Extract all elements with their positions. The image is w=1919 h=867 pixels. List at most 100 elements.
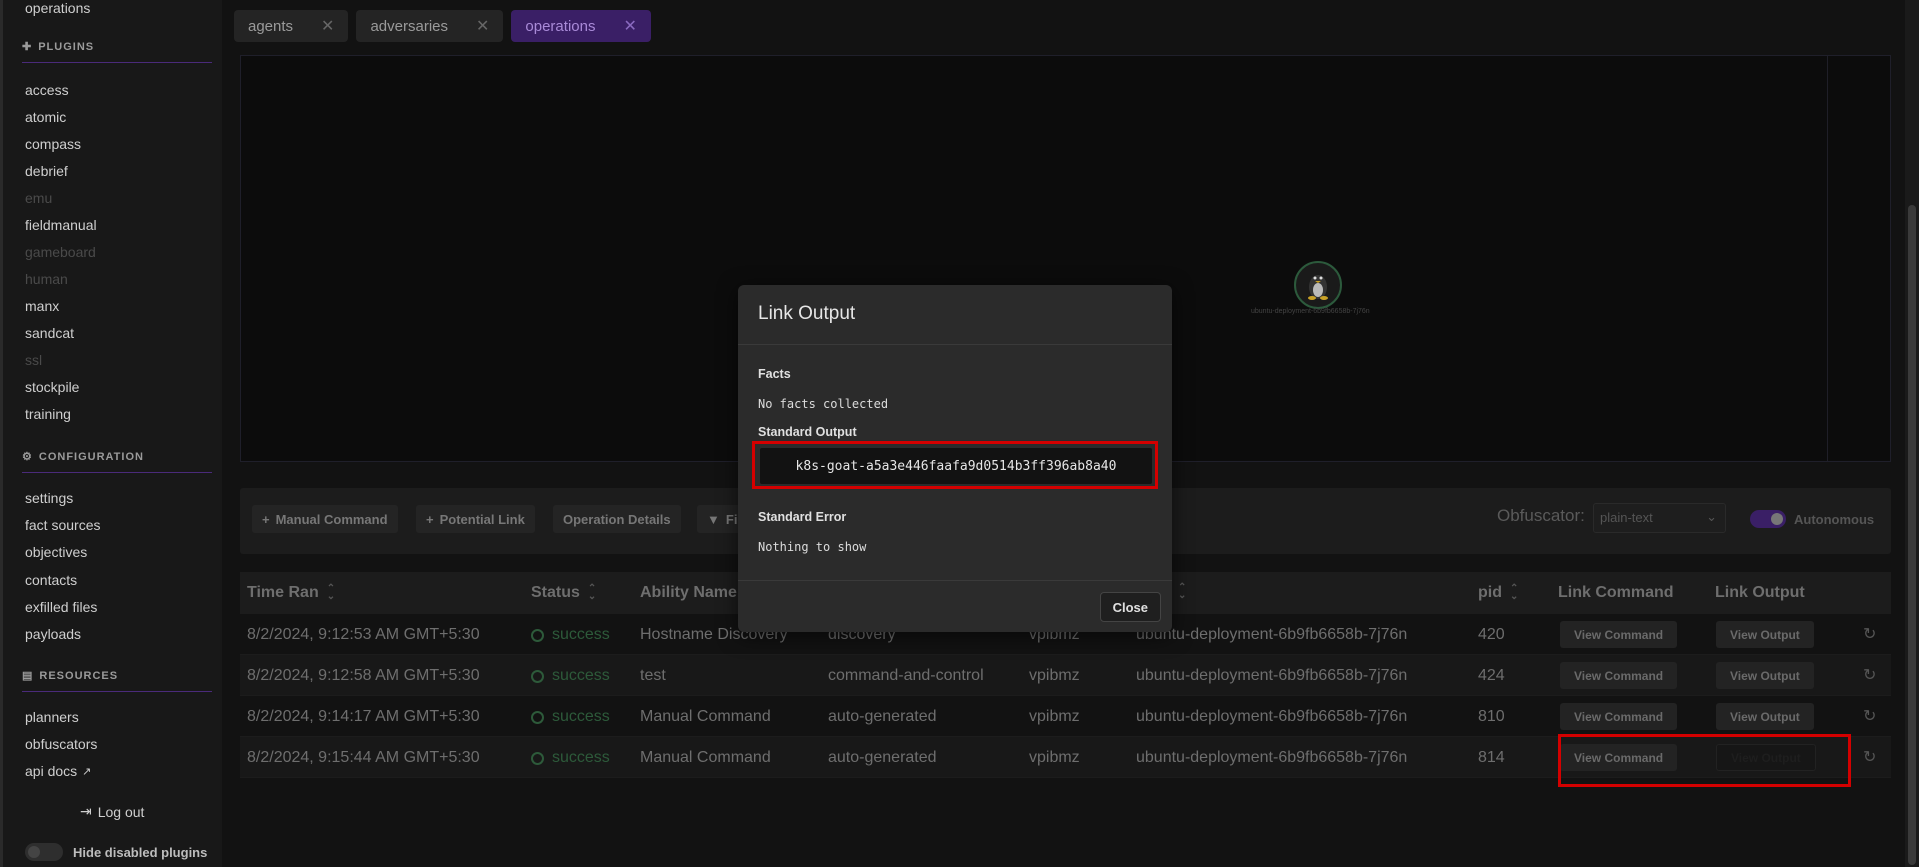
status-label: success <box>552 626 610 643</box>
cell-agent: vpibmz <box>1029 667 1080 684</box>
view-output-button[interactable]: View Output <box>1716 621 1814 648</box>
header-ability-name[interactable]: Ability Name <box>640 584 737 602</box>
header-pid[interactable]: pid ⌃ ⌄ <box>1478 584 1518 602</box>
manual-command-button[interactable]: + Manual Command <box>252 505 398 533</box>
close-icon[interactable]: ✕ <box>476 16 489 36</box>
sort-icon: ⌃ ⌄ <box>587 583 597 602</box>
resources-header-label: RESOURCES <box>39 669 119 682</box>
cell-pid: 814 <box>1478 749 1505 766</box>
hide-disabled-toggle[interactable] <box>25 843 63 861</box>
refresh-icon[interactable]: ↻ <box>1863 747 1876 767</box>
section-divider <box>22 472 212 473</box>
cell-pid: 420 <box>1478 626 1505 643</box>
sidebar-item-stockpile[interactable]: stockpile <box>25 379 79 395</box>
view-command-button[interactable]: View Command <box>1560 703 1678 730</box>
tab-agents[interactable]: agents ✕ <box>234 10 349 42</box>
sidebar-item-debrief[interactable]: debrief <box>25 163 68 179</box>
linux-icon <box>1308 275 1328 300</box>
sidebar-item-planners[interactable]: planners <box>25 709 79 725</box>
sidebar-item-obfuscators[interactable]: obfuscators <box>25 736 97 752</box>
header-label: Link Output <box>1715 584 1805 601</box>
api-docs-label: api docs <box>25 763 78 779</box>
stdout-label: Standard Output <box>758 425 857 439</box>
tab-operations[interactable]: operations ✕ <box>511 10 651 42</box>
facts-label: Facts <box>758 367 791 381</box>
modal-body: Facts No facts collected Standard Output… <box>738 345 1172 580</box>
stderr-value: Nothing to show <box>758 540 867 554</box>
sidebar-item-fact-sources[interactable]: fact sources <box>25 517 100 533</box>
logout-button[interactable]: ⇥ Log out <box>80 803 144 820</box>
view-output-button[interactable]: View Output <box>1716 662 1814 689</box>
refresh-icon[interactable]: ↻ <box>1863 706 1876 726</box>
cell-host: ubuntu-deployment-6b9fb6658b-7j76n <box>1136 626 1408 643</box>
plugins-header-label: PLUGINS <box>38 40 95 53</box>
autonomous-label: Autonomous <box>1794 511 1875 527</box>
sidebar-item-operations[interactable]: operations <box>25 0 90 16</box>
header-label: Link Command <box>1558 584 1674 601</box>
obfuscator-label: Obfuscator: <box>1497 506 1585 525</box>
header-label: pid <box>1478 584 1502 601</box>
refresh-icon[interactable]: ↻ <box>1863 665 1876 685</box>
tab-label: agents <box>248 17 294 35</box>
sidebar-item-sandcat[interactable]: sandcat <box>25 325 74 341</box>
header-label: Status <box>531 584 580 601</box>
header-label: Ability Name <box>640 584 737 601</box>
sidebar-item-fieldmanual[interactable]: fieldmanual <box>25 217 97 233</box>
section-divider <box>22 691 212 692</box>
potential-link-button[interactable]: + Potential Link <box>416 505 535 533</box>
sort-icon: ⌃ ⌄ <box>1178 582 1187 601</box>
sidebar-item-objectives[interactable]: objectives <box>25 544 87 560</box>
agent-node[interactable] <box>1294 261 1342 309</box>
plus-icon: + <box>426 511 434 527</box>
header-status[interactable]: Status ⌃ ⌄ <box>531 584 596 602</box>
configuration-header-label: CONFIGURATION <box>38 450 144 463</box>
close-button[interactable]: Close <box>1099 592 1161 622</box>
operation-details-button[interactable]: Operation Details <box>553 505 681 533</box>
tab-adversaries[interactable]: adversaries ✕ <box>356 10 504 42</box>
sidebar-item-compass[interactable]: compass <box>25 136 81 152</box>
autonomous-toggle[interactable] <box>1750 510 1786 528</box>
sidebar-item-exfilled-files[interactable]: exfilled files <box>25 599 97 615</box>
table-row: 8/2/2024, 9:12:58 AM GMT+5:30 success te… <box>240 655 1891 696</box>
status-label: success <box>552 749 610 766</box>
stderr-label: Standard Error <box>758 510 847 524</box>
scrollbar-thumb[interactable] <box>1908 205 1916 865</box>
sidebar-item-atomic[interactable]: atomic <box>25 109 66 125</box>
sidebar-item-human[interactable]: human <box>25 271 68 287</box>
obfuscator-select[interactable]: plain-text ⌄ <box>1593 503 1726 533</box>
cell-host: ubuntu-deployment-6b9fb6658b-7j76n <box>1136 667 1408 684</box>
sidebar-item-settings[interactable]: settings <box>25 490 73 506</box>
close-icon[interactable]: ✕ <box>321 16 334 36</box>
sidebar-item-ssl[interactable]: ssl <box>25 352 42 368</box>
sidebar-item-api-docs[interactable]: api docs ↗ <box>25 763 91 779</box>
status-label: success <box>552 667 610 684</box>
view-output-button[interactable]: View Output <box>1716 703 1814 730</box>
sidebar-item-payloads[interactable]: payloads <box>25 626 81 642</box>
sidebar-item-emu[interactable]: emu <box>25 190 52 206</box>
status-label: success <box>552 708 610 725</box>
sidebar-item-contacts[interactable]: contacts <box>25 572 77 588</box>
sidebar-item-manx[interactable]: manx <box>25 298 59 314</box>
sidebar: operations ✚ PLUGINS access atomic compa… <box>0 0 222 867</box>
chevron-down-icon: ⌄ <box>1706 509 1717 524</box>
view-command-button[interactable]: View Command <box>1560 662 1678 689</box>
configuration-header: ⚙ CONFIGURATION <box>22 450 144 464</box>
sort-icon: ⌃ ⌄ <box>1510 583 1519 602</box>
cell-tactic: command-and-control <box>828 667 984 684</box>
cell-ability: Manual Command <box>640 749 771 766</box>
header-host-sort[interactable]: ⌃ ⌄ <box>1178 582 1187 601</box>
page-scrollbar[interactable] <box>1905 0 1919 867</box>
facts-value: No facts collected <box>758 397 889 411</box>
cell-pid: 424 <box>1478 667 1505 684</box>
modal-title: Link Output <box>738 285 1172 345</box>
header-time-ran[interactable]: Time Ran ⌃ ⌄ <box>247 584 335 602</box>
hide-disabled-toggle-row: Hide disabled plugins <box>25 843 207 861</box>
close-icon[interactable]: ✕ <box>623 16 636 36</box>
sidebar-item-gameboard[interactable]: gameboard <box>25 244 96 260</box>
table-row: 8/2/2024, 9:14:17 AM GMT+5:30 success Ma… <box>240 696 1891 737</box>
refresh-icon[interactable]: ↻ <box>1863 624 1876 644</box>
view-command-button[interactable]: View Command <box>1560 621 1678 648</box>
sidebar-item-training[interactable]: training <box>25 406 71 422</box>
potential-link-label: Potential Link <box>439 511 525 527</box>
sidebar-item-access[interactable]: access <box>25 82 69 98</box>
